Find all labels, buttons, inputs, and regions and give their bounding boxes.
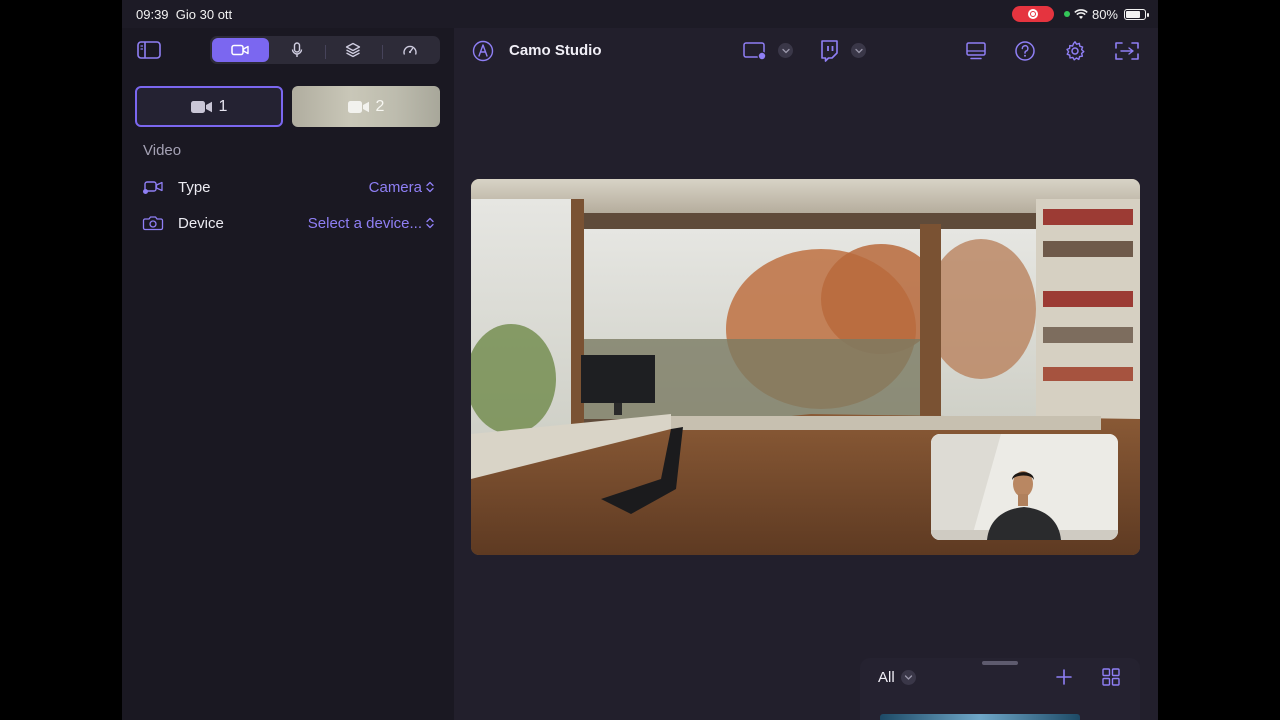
sidebar-tabs xyxy=(210,36,440,64)
tab-video[interactable] xyxy=(212,38,269,62)
grid-view-icon[interactable] xyxy=(1102,668,1120,686)
record-options-dropdown[interactable] xyxy=(778,43,793,58)
settings-icon xyxy=(1066,41,1085,61)
video-preview[interactable] xyxy=(471,179,1140,555)
chevron-updown-icon xyxy=(426,217,434,229)
person-camera-image xyxy=(931,434,1118,540)
type-label: Type xyxy=(178,178,211,196)
help-icon xyxy=(1015,41,1035,61)
video-camera-icon xyxy=(231,44,249,56)
type-value: Camera xyxy=(368,178,422,196)
app-window: 09:39 Gio 30 ott 80% 1 2 Video Type Came… xyxy=(122,0,1158,720)
camera-1-label: 1 xyxy=(218,97,228,115)
sidebar: 1 2 Video Type Camera Device Select a de… xyxy=(122,28,454,720)
camera-in-use-dot xyxy=(1063,11,1070,17)
twitch-icon xyxy=(821,40,838,62)
main-area: Camo Studio All xyxy=(454,28,1158,720)
battery-level xyxy=(1126,10,1141,18)
twitch-button[interactable] xyxy=(816,39,842,63)
status-bar-time: 09:39 Gio 30 ott xyxy=(136,7,232,22)
fullscreen-icon xyxy=(1115,42,1139,60)
scene-thumbnail[interactable] xyxy=(880,714,1080,720)
chevron-down-icon xyxy=(854,48,863,53)
wifi-icon xyxy=(1074,8,1088,19)
tab-performance[interactable] xyxy=(381,38,439,62)
battery-percent: 80% xyxy=(1091,6,1118,22)
record-screen-button[interactable] xyxy=(742,39,768,63)
microphone-icon xyxy=(291,42,302,57)
camera-1-button[interactable]: 1 xyxy=(135,86,283,127)
filter-value: All xyxy=(878,669,895,686)
record-icon xyxy=(1027,9,1038,19)
screen-recording-indicator[interactable] xyxy=(1011,6,1054,22)
scene-filter-dropdown[interactable]: All xyxy=(878,669,916,686)
camera-2-label: 2 xyxy=(375,97,385,115)
video-type-row[interactable]: Type Camera xyxy=(142,176,434,198)
sidebar-toggle-icon[interactable] xyxy=(136,40,162,60)
picture-in-picture-camera[interactable] xyxy=(931,434,1118,540)
status-bar-right: 80% xyxy=(1011,6,1149,22)
camera-type-icon xyxy=(143,181,163,194)
panel-grabber[interactable] xyxy=(982,661,1018,665)
tab-layers[interactable] xyxy=(325,38,382,62)
video-device-row[interactable]: Device Select a device... xyxy=(142,212,434,234)
page-title: Camo Studio xyxy=(509,42,602,59)
chevron-updown-icon xyxy=(426,181,434,193)
camera-icon xyxy=(142,216,164,231)
display-button[interactable] xyxy=(963,39,989,63)
tab-audio[interactable] xyxy=(269,38,326,62)
section-title-video: Video xyxy=(143,142,182,159)
battery-icon xyxy=(1124,8,1149,20)
chevron-down-icon xyxy=(781,48,790,53)
device-value: Select a device... xyxy=(307,214,422,232)
scenes-panel: All xyxy=(860,658,1140,720)
fullscreen-button[interactable] xyxy=(1114,39,1140,63)
status-date: Gio 30 ott xyxy=(175,7,233,22)
twitch-options-dropdown[interactable] xyxy=(851,43,866,58)
video-camera-icon xyxy=(190,100,212,113)
gauge-icon xyxy=(403,45,417,55)
type-select[interactable]: Camera xyxy=(369,179,434,196)
settings-button[interactable] xyxy=(1062,39,1088,63)
help-button[interactable] xyxy=(1012,39,1038,63)
device-label: Device xyxy=(178,214,224,232)
video-camera-icon xyxy=(347,100,369,113)
layers-icon xyxy=(346,42,361,58)
add-icon[interactable] xyxy=(1055,668,1073,686)
camo-logo-icon[interactable] xyxy=(472,40,494,62)
record-screen-icon xyxy=(743,42,767,61)
camera-2-button[interactable]: 2 xyxy=(292,86,440,127)
display-icon xyxy=(966,42,986,60)
chevron-down-circle-icon xyxy=(900,670,916,685)
device-select[interactable]: Select a device... xyxy=(308,215,434,232)
status-time: 09:39 xyxy=(136,7,169,22)
